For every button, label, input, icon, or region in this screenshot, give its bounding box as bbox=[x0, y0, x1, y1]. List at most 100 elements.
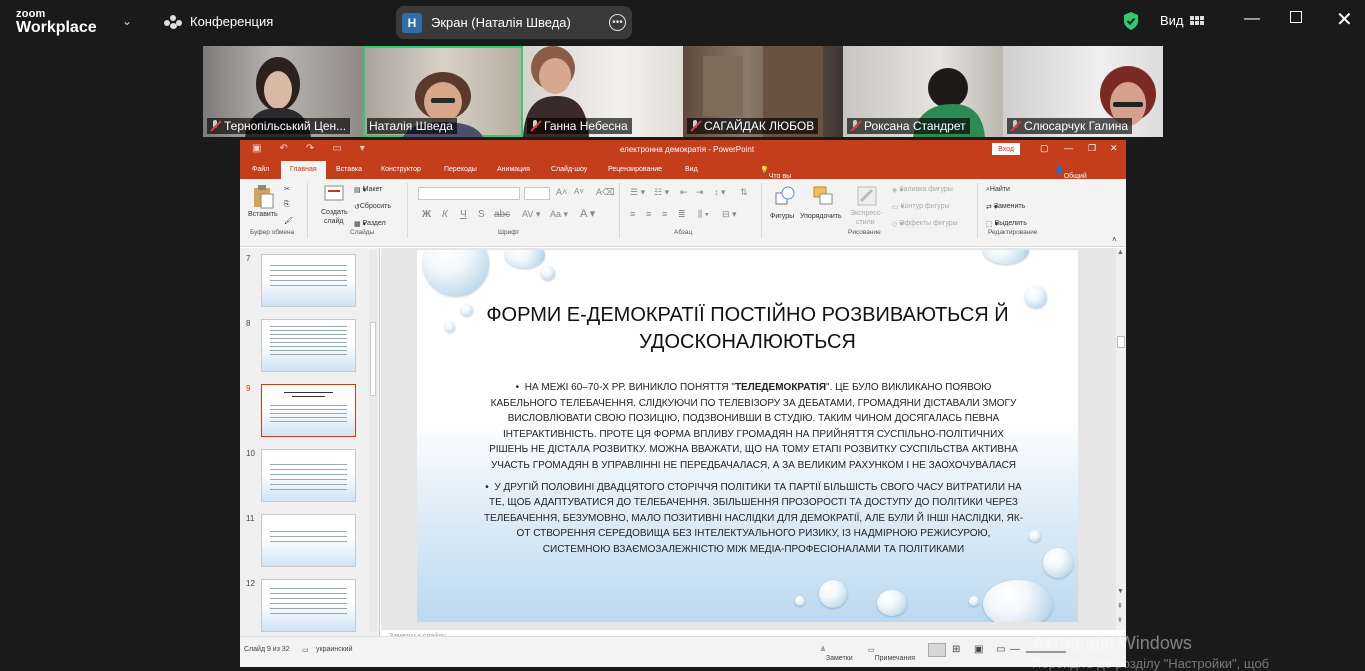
start-slideshow-icon[interactable]: ▭ bbox=[332, 143, 341, 154]
quick-styles-icon[interactable] bbox=[856, 185, 878, 207]
comments-button[interactable]: ▭ Примечания bbox=[868, 646, 915, 662]
format-painter-icon[interactable]: 🖌 bbox=[284, 217, 293, 225]
participant-tile[interactable]: Ганна Небесна bbox=[523, 46, 683, 137]
signin-button[interactable]: Вход bbox=[992, 143, 1020, 155]
participant-tile[interactable]: Слюсарчук Галина bbox=[1003, 46, 1163, 137]
align-right-icon[interactable]: ≡ bbox=[662, 209, 667, 219]
slide-sorter-icon[interactable]: ⊞ bbox=[952, 644, 960, 655]
shape-effects-button[interactable]: ◇ Эффекты фигуры ▾ bbox=[892, 220, 958, 228]
slide-editor[interactable]: Форми е-демократії постійно розвиваються… bbox=[381, 248, 1126, 636]
text-direction-icon[interactable]: ⇅ bbox=[740, 187, 748, 198]
slide-title[interactable]: Форми е-демократії постійно розвиваються… bbox=[457, 302, 1038, 356]
language-indicator[interactable]: украинский bbox=[316, 646, 353, 653]
security-shield-icon[interactable] bbox=[1122, 11, 1140, 31]
shape-outline-button[interactable]: ▭ Контур фигуры ▾ bbox=[892, 203, 950, 211]
select-button[interactable]: ⬚ Выделить ▾ bbox=[986, 220, 1027, 228]
bullets-icon[interactable]: ☰ ▾ bbox=[630, 187, 645, 198]
numbering-icon[interactable]: ☷ ▾ bbox=[654, 187, 669, 198]
customize-toolbar-icon[interactable]: ▾ bbox=[360, 143, 365, 154]
restore-icon[interactable] bbox=[1290, 11, 1302, 23]
italic-icon[interactable]: К bbox=[442, 209, 448, 220]
paste-button[interactable]: Вставить bbox=[248, 211, 278, 218]
participant-tile[interactable]: Роксана Стандрет bbox=[843, 46, 1003, 137]
close-icon[interactable]: ✕ bbox=[1110, 143, 1118, 154]
undo-icon[interactable]: ↶ bbox=[279, 143, 287, 154]
current-slide[interactable]: Форми е-демократії постійно розвиваються… bbox=[417, 250, 1078, 622]
participant-tile[interactable]: САГАЙДАК ЛЮБОВ bbox=[683, 46, 843, 137]
align-text-icon[interactable]: ⊟ ▾ bbox=[722, 209, 737, 220]
paste-icon[interactable] bbox=[252, 185, 274, 209]
align-left-icon[interactable]: ≡ bbox=[630, 209, 635, 219]
layout-button[interactable]: ▤ Макет ▾ bbox=[354, 186, 382, 194]
tab-slideshow[interactable]: Слайд-шоу bbox=[551, 166, 587, 173]
change-case-icon[interactable]: Aa ▾ bbox=[550, 209, 568, 220]
bold-icon[interactable]: Ж bbox=[422, 209, 431, 220]
underline-icon[interactable]: Ч bbox=[460, 209, 467, 220]
tab-view[interactable]: Вид bbox=[685, 166, 698, 173]
arrange-button[interactable]: Упорядочить bbox=[800, 213, 842, 220]
participant-tile-active[interactable]: Наталія Шведа bbox=[363, 46, 523, 137]
char-spacing-icon[interactable]: AV ▾ bbox=[522, 209, 540, 220]
grow-font-icon[interactable]: A˄ bbox=[556, 187, 567, 197]
shapes-icon[interactable] bbox=[774, 185, 796, 207]
restore-icon[interactable]: ❐ bbox=[1088, 143, 1096, 154]
normal-view-icon[interactable] bbox=[928, 643, 946, 657]
editor-scrollbar[interactable]: ▲ ▼ ⇞ ⇟ bbox=[1116, 248, 1126, 636]
tab-file[interactable]: Файл bbox=[252, 166, 269, 173]
reset-button[interactable]: ↺ Сбросить bbox=[354, 203, 391, 211]
line-spacing-icon[interactable]: ↕ ▾ bbox=[714, 187, 726, 198]
ribbon-display-icon[interactable]: ▢ bbox=[1040, 143, 1049, 154]
zoom-out-icon[interactable]: — bbox=[1010, 644, 1020, 655]
slide-thumbnail[interactable] bbox=[261, 449, 356, 502]
align-center-icon[interactable]: ≡ bbox=[646, 209, 651, 219]
shadow-icon[interactable]: S bbox=[478, 209, 485, 220]
screen-share-indicator[interactable]: Н Экран (Наталія Шведа) ••• bbox=[396, 6, 632, 39]
cut-icon[interactable]: ✂ bbox=[284, 185, 290, 193]
font-name-input[interactable] bbox=[418, 187, 520, 200]
columns-icon[interactable]: ⫼ ▾ bbox=[698, 209, 709, 220]
reading-view-icon[interactable]: ▣ bbox=[974, 644, 983, 655]
view-menu[interactable]: Вид bbox=[1160, 13, 1204, 28]
tab-animations[interactable]: Анимация bbox=[497, 166, 530, 173]
share-button[interactable]: 👤 Общий доступ bbox=[1055, 166, 1087, 187]
spellcheck-icon[interactable]: ▭ bbox=[302, 646, 309, 654]
increase-indent-icon[interactable]: ⇥ bbox=[696, 187, 704, 198]
participant-tile[interactable]: Тернопільський Цен... bbox=[203, 46, 363, 137]
slide-thumbnail[interactable] bbox=[261, 579, 356, 632]
shape-fill-button[interactable]: ◈ Заливка фигуры ▾ bbox=[892, 186, 953, 194]
collapse-ribbon-icon[interactable]: ˄ bbox=[1112, 235, 1117, 244]
new-slide-button[interactable]: Создать bbox=[321, 209, 348, 216]
copy-icon[interactable]: ⎘ bbox=[284, 201, 290, 209]
replace-button[interactable]: ⇄ Заменить ▾ bbox=[986, 203, 1025, 211]
tab-transitions[interactable]: Переходы bbox=[444, 166, 477, 173]
minimize-icon[interactable]: — bbox=[1064, 143, 1073, 153]
clear-formatting-icon[interactable]: A⌫ bbox=[596, 187, 615, 198]
font-size-input[interactable] bbox=[524, 187, 550, 200]
new-slide-button-line2[interactable]: слайд bbox=[324, 218, 343, 225]
more-options-icon[interactable]: ••• bbox=[609, 14, 626, 31]
shapes-button[interactable]: Фигуры bbox=[770, 213, 794, 220]
quick-styles-button-line2[interactable]: стили bbox=[856, 219, 875, 226]
new-slide-icon[interactable] bbox=[324, 185, 344, 203]
tell-me-box[interactable]: 💡 Что вы хотите сделать? bbox=[760, 166, 799, 194]
save-icon[interactable]: ▣ bbox=[252, 143, 261, 154]
quick-styles-button[interactable]: Экспресс- bbox=[850, 210, 883, 217]
chevron-down-icon[interactable]: ⌄ bbox=[122, 14, 132, 28]
shrink-font-icon[interactable]: A˅ bbox=[574, 187, 584, 196]
justify-icon[interactable]: ≣ bbox=[678, 209, 686, 220]
slideshow-view-icon[interactable]: ▭ bbox=[996, 644, 1005, 655]
tab-design[interactable]: Конструктор bbox=[381, 166, 421, 173]
close-icon[interactable]: ✕ bbox=[1336, 7, 1353, 32]
slide-thumbnail-selected[interactable] bbox=[261, 384, 356, 437]
slide-body[interactable]: • На межі 60–70-х рр. виникло поняття "т… bbox=[483, 380, 1024, 564]
conference-menu[interactable]: Конференция bbox=[164, 14, 273, 29]
font-color-icon[interactable]: A ▾ bbox=[580, 207, 595, 220]
tab-insert[interactable]: Вставка bbox=[336, 166, 362, 173]
slide-thumbnail[interactable] bbox=[261, 254, 356, 307]
thumbnail-scrollbar[interactable] bbox=[369, 250, 377, 632]
slide-thumbnail[interactable] bbox=[261, 319, 356, 372]
tab-home[interactable]: Главная bbox=[281, 161, 326, 179]
strikethrough-icon[interactable]: abc bbox=[494, 209, 510, 220]
zoom-logo[interactable]: zoom Workplace bbox=[16, 9, 97, 36]
minimize-icon[interactable]: — bbox=[1244, 10, 1260, 28]
